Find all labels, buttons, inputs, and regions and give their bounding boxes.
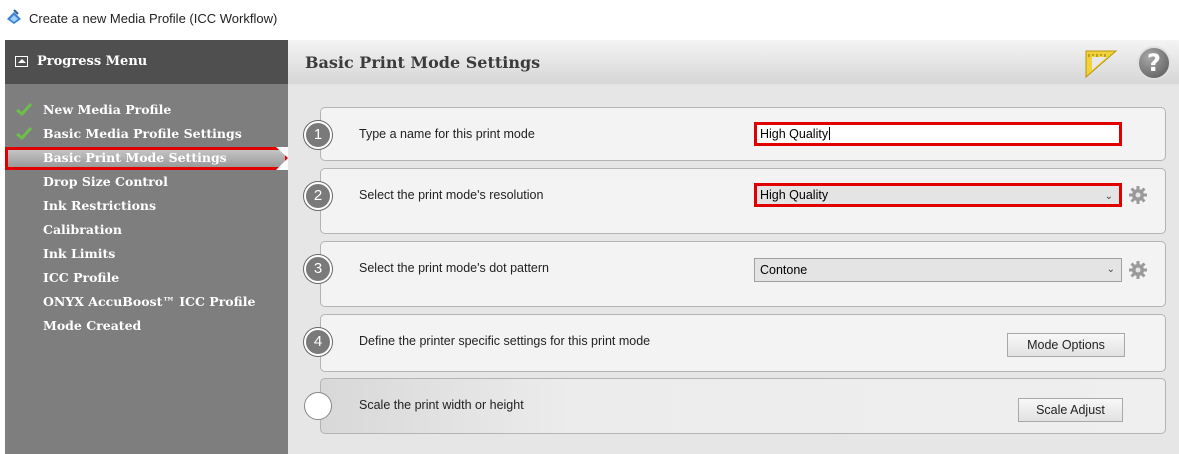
print-mode-name-value: High Quality (760, 127, 829, 141)
step-label: Scale the print width or height (359, 398, 524, 412)
menu-item-mode-created[interactable]: Mode Created (5, 314, 288, 338)
step-number-badge: 4 (304, 328, 332, 356)
dot-pattern-selected-value: Contone (760, 263, 808, 277)
progress-menu-header[interactable]: Progress Menu (5, 40, 288, 84)
menu-item-label: Drop Size Control (43, 174, 168, 189)
step-4-row: 4 Define the printer specific settings f… (304, 314, 1166, 372)
app-icon (7, 9, 21, 24)
menu-item-ink-restrictions[interactable]: Ink Restrictions (5, 194, 288, 218)
menu-item-calibration[interactable]: Calibration (5, 218, 288, 242)
progress-menu-list: New Media Profile Basic Media Profile Se… (5, 98, 288, 338)
main-panel: Basic Print Mode Settings ? 1 Type a nam… (288, 40, 1179, 454)
page-title: Basic Print Mode Settings (305, 53, 541, 72)
step-empty-badge (304, 392, 332, 420)
menu-item-label: Ink Limits (43, 246, 116, 261)
text-caret (829, 127, 831, 140)
menu-item-ink-limits[interactable]: Ink Limits (5, 242, 288, 266)
step-3-row: 3 Select the print mode's dot pattern Co… (304, 241, 1166, 307)
resolution-select[interactable]: High Quality ⌄ (754, 183, 1122, 207)
step-number-badge: 1 (304, 121, 332, 149)
menu-item-label: Basic Media Profile Settings (43, 126, 242, 141)
progress-menu-title: Progress Menu (37, 54, 148, 69)
menu-item-drop-size-control[interactable]: Drop Size Control (5, 170, 288, 194)
chevron-down-icon: ⌄ (1104, 191, 1113, 202)
check-icon (16, 126, 33, 141)
help-icon[interactable]: ? (1137, 46, 1171, 80)
step-label: Select the print mode's resolution (359, 188, 544, 202)
menu-item-basic-print-mode-settings[interactable]: Basic Print Mode Settings (5, 146, 288, 170)
menu-item-new-media-profile[interactable]: New Media Profile (5, 98, 288, 122)
menu-item-label: Mode Created (43, 318, 142, 333)
menu-item-accuboost-icc-profile[interactable]: ONYX AccuBoost™ ICC Profile (5, 290, 288, 314)
menu-item-label: New Media Profile (43, 102, 172, 117)
resolution-selected-value: High Quality (760, 188, 829, 202)
step-label: Type a name for this print mode (359, 127, 535, 141)
window-title: Create a new Media Profile (ICC Workflow… (29, 11, 278, 26)
step-label: Select the print mode's dot pattern (359, 261, 549, 275)
step-1-row: 1 Type a name for this print mode High Q… (304, 107, 1166, 161)
step-number-badge: 2 (304, 182, 332, 210)
print-mode-name-input[interactable]: High Quality (754, 122, 1122, 146)
step-5-row: Scale the print width or height Scale Ad… (304, 378, 1166, 434)
title-bar: Create a new Media Profile (ICC Workflow… (0, 0, 1179, 40)
gear-icon[interactable] (1128, 185, 1148, 205)
check-icon (16, 102, 33, 117)
collapse-icon[interactable] (15, 56, 28, 67)
menu-item-label: ONYX AccuBoost™ ICC Profile (43, 294, 256, 309)
step-number-badge: 3 (304, 255, 332, 283)
step-label: Define the printer specific settings for… (359, 334, 651, 348)
menu-item-label: Basic Print Mode Settings (43, 150, 227, 165)
scale-adjust-button[interactable]: Scale Adjust (1018, 398, 1123, 422)
chevron-down-icon: ⌄ (1106, 264, 1115, 275)
menu-item-label: Ink Restrictions (43, 198, 157, 213)
menu-item-basic-media-profile-settings[interactable]: Basic Media Profile Settings (5, 122, 288, 146)
step-2-row: 2 Select the print mode's resolution Hig… (304, 168, 1166, 234)
mode-options-button[interactable]: Mode Options (1007, 333, 1125, 357)
menu-item-icc-profile[interactable]: ICC Profile (5, 266, 288, 290)
dot-pattern-select[interactable]: Contone ⌄ (754, 258, 1122, 282)
main-header: Basic Print Mode Settings ? (288, 40, 1179, 84)
menu-item-label: ICC Profile (43, 270, 120, 285)
progress-menu: Progress Menu New Media Profile Basic Me… (5, 40, 288, 454)
menu-item-label: Calibration (43, 222, 122, 237)
gear-icon[interactable] (1128, 260, 1148, 280)
ruler-icon[interactable] (1083, 47, 1119, 79)
